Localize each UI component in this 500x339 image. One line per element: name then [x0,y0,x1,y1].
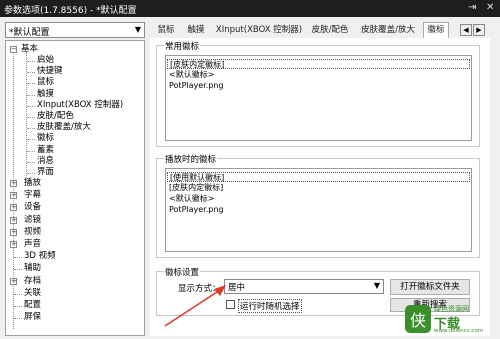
tree-guide [13,51,14,329]
tab-xinput[interactable]: XInput(XBOX 控制器) [214,22,304,38]
tree-item-child[interactable]: 启始 [37,55,54,66]
tree-item-child[interactable]: 快捷键 [37,66,63,77]
playback-logo-label: 播放时的徽标 [164,153,218,165]
list-item[interactable]: [皮肤内定徽标] [169,183,223,193]
open-logo-folder-button[interactable]: 打开徽标文件夹 [390,279,470,295]
tree-item-section[interactable]: 3D 视频 [24,251,56,262]
tree-guide [27,150,35,152]
expand-icon[interactable]: + [10,216,17,224]
tree-guide [27,83,35,85]
tree-item-child[interactable]: 皮肤/配色 [37,111,74,122]
tree-guide [27,94,35,96]
chevron-down-icon: ▼ [373,281,380,290]
watermark-logo: 侠 绿色资源网 下载 www.downcc.com [404,302,496,336]
tab-bar: 鼠标 触摸 XInput(XBOX 控制器) 皮肤/配色 皮肤覆盖/放大 徽标 … [150,22,500,39]
tab-logo[interactable]: 徽标 [423,22,449,39]
tree-item-section[interactable]: 滤镜 [24,215,41,226]
tree-guide [14,318,22,320]
tree-item-child[interactable]: 徽标 [37,133,54,144]
tree-item-child[interactable]: 鼠标 [37,77,54,88]
tab-mouse[interactable]: 鼠标 [154,22,178,38]
tab-skin-color[interactable]: 皮肤/配色 [307,22,353,38]
logo-settings-label: 徽标设置 [164,266,201,278]
tree-guide [27,161,35,163]
tree-item-section[interactable]: 播放 [24,178,41,189]
tree-guide [14,257,22,259]
display-mode-value: 居中 [228,283,246,293]
tree-item-section[interactable]: 视频 [24,227,41,238]
playback-logo-list[interactable]: [使用默认徽标] [皮肤内定徽标] <默认徽标> PotPlayer.png [165,168,472,252]
tree-item-child[interactable]: XInput(XBOX 控制器) [37,100,123,111]
tree-item-section[interactable]: 设备 [24,202,41,213]
expand-icon[interactable]: + [10,180,17,187]
preset-dropdown[interactable]: *默认配置 ▼ [5,22,145,38]
tab-scroll-right-icon[interactable]: ▶ [473,24,485,36]
list-item[interactable]: [皮肤内定徽标] [167,59,470,69]
preset-value: *默认配置 [9,28,50,38]
tree-item-child[interactable]: 消息 [37,156,54,167]
random-select-label: 运行时随机选择 [238,299,302,313]
list-item[interactable]: [使用默认徽标] [167,172,470,182]
tree-item-section[interactable]: 辅助 [24,263,41,274]
tab-scroll-left-icon[interactable]: ◀ [460,24,472,36]
tree-item-section[interactable]: 屏保 [24,312,41,323]
tree-item-section[interactable]: 声音 [24,239,41,250]
tree-item-child[interactable]: 皮肤覆盖/放大 [37,122,91,133]
tree-item-child[interactable]: 蓄素 [37,145,54,156]
chevron-down-icon: ▼ [134,25,141,34]
tab-touch[interactable]: 触摸 [184,22,208,38]
tree-guide [27,139,35,141]
svg-text:侠: 侠 [410,311,426,330]
expand-icon[interactable]: + [10,241,17,248]
pin-icon[interactable]: ⇥ [468,2,476,14]
tree-guide [14,269,22,271]
list-item[interactable]: PotPlayer.png [169,205,224,215]
tree-guide [27,105,35,107]
expand-icon[interactable]: + [10,228,17,236]
tree-item-section[interactable]: 字幕 [24,190,41,201]
tab-skin-overlay[interactable]: 皮肤覆盖/放大 [356,22,420,38]
close-icon[interactable]: ✕ [486,2,494,14]
list-item[interactable]: <默认徽标> [169,70,214,80]
tree-item-section[interactable]: 存档 [24,276,41,287]
tree-guide [27,72,35,74]
settings-tree: − 基本 启始 快捷键 鼠标 触摸 XInput(XBOX 控制器) 皮肤/配色 皮肤覆盖/… [5,40,145,336]
title-bar: 参数选项(1.7.8556) - *默认配置 ⇥ ✕ [0,0,500,17]
tree-item-child[interactable]: 界面 [37,167,54,178]
display-mode-select[interactable]: 居中 ▼ [224,279,384,294]
expand-icon[interactable]: + [10,277,17,285]
tree-guide [14,306,22,307]
tree-item-child[interactable]: 触摸 [37,89,54,100]
tree-item-section[interactable]: 配置 [24,300,41,311]
tree-guide [27,173,35,174]
watermark-url: www.downcc.com [434,328,484,334]
expand-icon[interactable]: + [10,204,17,212]
list-item[interactable]: PotPlayer.png [169,81,224,91]
tree-item-section[interactable]: 关联 [24,288,41,299]
tree-guide [27,61,35,62]
window-title: 参数选项(1.7.8556) - *默认配置 [4,6,137,16]
tree-item-basic[interactable]: 基本 [21,44,38,55]
annotation-arrow-icon [164,285,226,327]
tree-guide [26,52,27,178]
tree-guide [27,117,35,118]
collapse-icon[interactable]: − [10,46,17,53]
common-logo-label: 常用徽标 [164,40,201,52]
common-logo-list[interactable]: [皮肤内定徽标] <默认徽标> PotPlayer.png [165,55,472,141]
tree-guide [27,128,35,130]
tree-guide [14,293,22,295]
expand-icon[interactable]: + [10,192,17,200]
list-item[interactable]: <默认徽标> [169,194,214,204]
